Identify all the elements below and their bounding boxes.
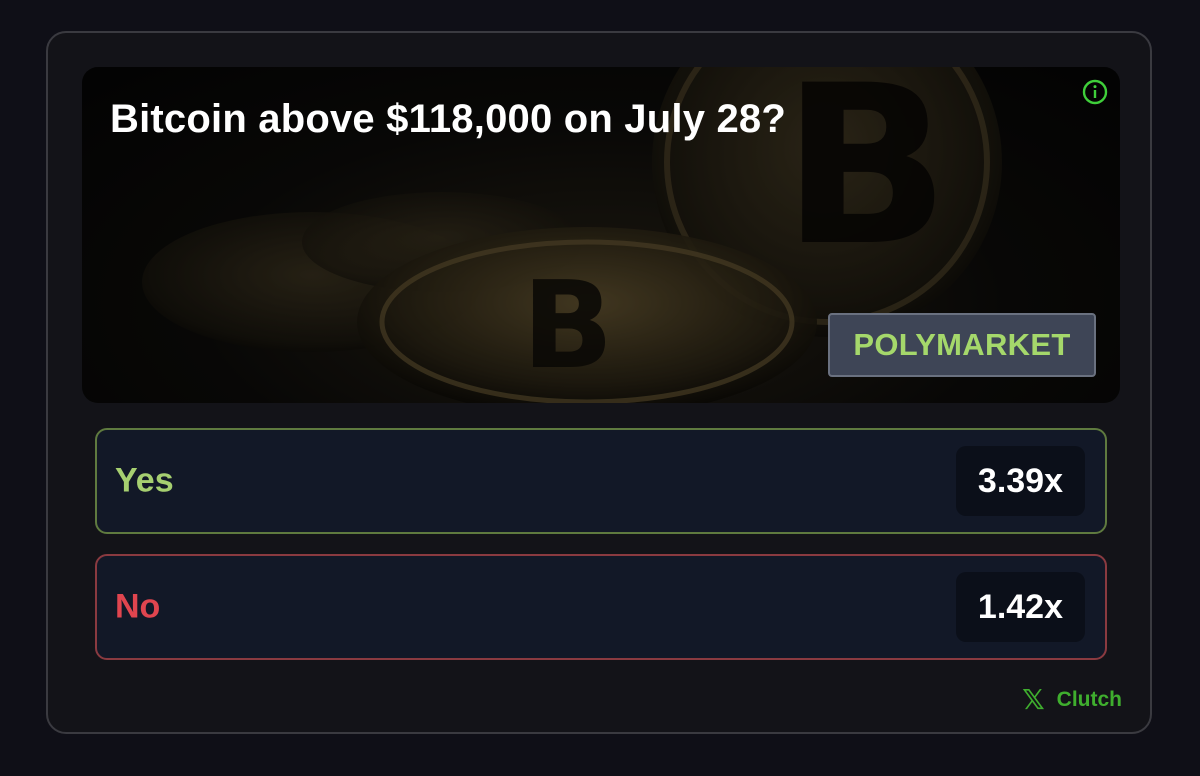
option-label: No (115, 587, 161, 626)
x-logo-icon: 𝕏 (1022, 683, 1045, 716)
odds-badge: 1.42x (955, 572, 1085, 642)
option-no-button[interactable]: No 1.42x (95, 554, 1107, 660)
market-hero-image: B B Bitcoin above $118,000 on July 28? P… (82, 67, 1120, 403)
option-label: Yes (115, 461, 174, 500)
market-question: Bitcoin above $118,000 on July 28? (110, 97, 786, 141)
info-icon[interactable] (1082, 79, 1108, 105)
brand-name: Clutch (1056, 688, 1122, 711)
brand-footer: 𝕏 Clutch (1022, 686, 1122, 714)
source-badge: POLYMARKET (828, 313, 1096, 377)
market-card: B B Bitcoin above $118,000 on July 28? P… (46, 31, 1152, 734)
option-yes-button[interactable]: Yes 3.39x (95, 428, 1107, 534)
odds-badge: 3.39x (955, 446, 1085, 516)
